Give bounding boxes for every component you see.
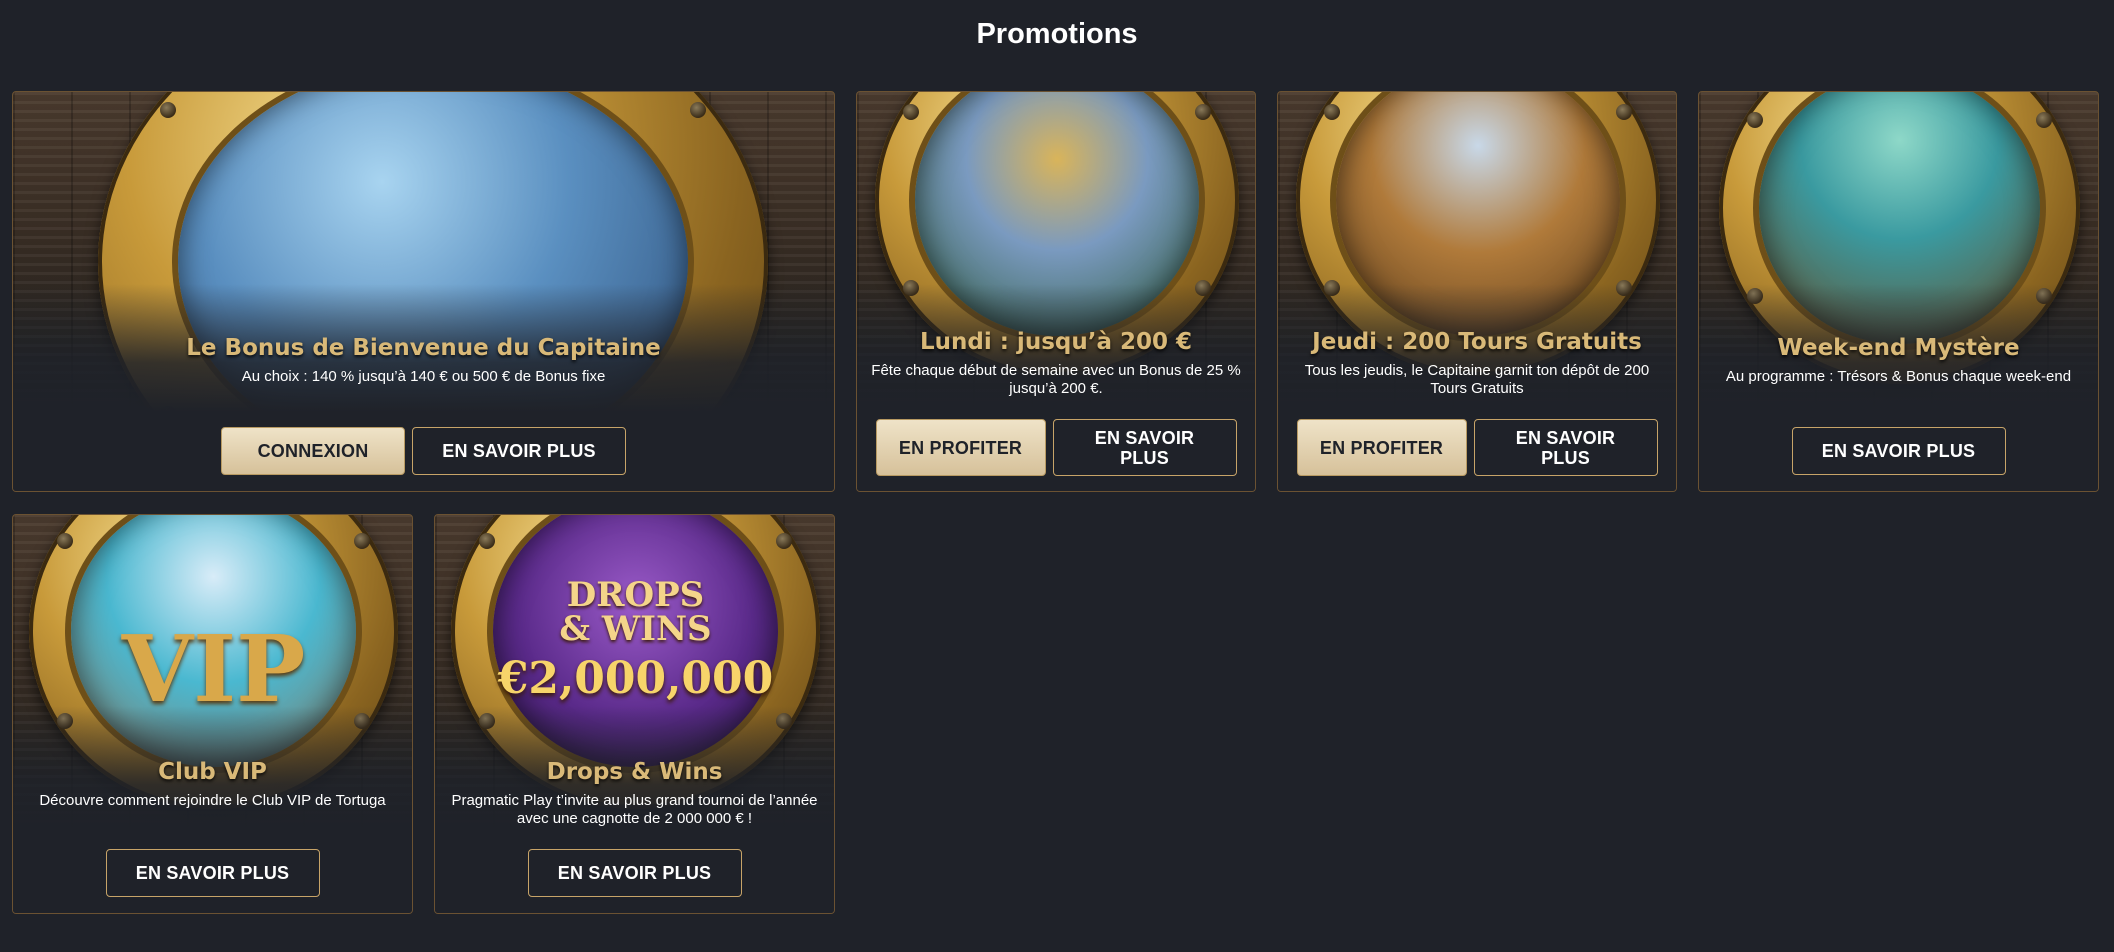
promo-card-weekend: Week-end Mystère Au programme : Trésors … [1698, 91, 2099, 492]
card-game-characters-image [915, 92, 1199, 336]
prize-image-text: €2,000,000 [497, 653, 774, 704]
card-title: Jeudi : 200 Tours Gratuits [1312, 329, 1642, 355]
card-description: Pragmatic Play t’invite au plus grand to… [451, 792, 818, 827]
vip-crown-image: VIP [71, 515, 356, 767]
claim-button[interactable]: EN PROFITER [1296, 419, 1467, 476]
learn-more-button[interactable]: EN SAVOIR PLUS [1052, 419, 1237, 476]
card-title: Club VIP [158, 759, 267, 785]
claim-button[interactable]: EN PROFITER [875, 419, 1046, 476]
card-description: Découvre comment rejoindre le Club VIP d… [39, 792, 386, 809]
promo-card-club-vip: VIP Club VIP Découvre comment rejoindre … [12, 514, 413, 914]
promo-card-drops-wins: DROPS & WINS €2,000,000 Drops & Wins Pra… [434, 514, 835, 914]
page-title: Promotions [976, 18, 1138, 50]
vip-image-text: VIP [121, 615, 306, 723]
login-button[interactable]: CONNEXION [221, 427, 405, 475]
card-description: Fête chaque début de semaine avec un Bon… [871, 362, 1241, 397]
learn-more-button[interactable]: EN SAVOIR PLUS [412, 427, 626, 475]
promo-card-thursday: Jeudi : 200 Tours Gratuits Tous les jeud… [1277, 91, 1677, 492]
drops-wins-image: DROPS & WINS €2,000,000 [493, 515, 778, 767]
card-title: Le Bonus de Bienvenue du Capitaine [186, 335, 661, 361]
card-description: Au programme : Trésors & Bonus chaque we… [1725, 368, 2072, 385]
card-title: Week-end Mystère [1777, 335, 2020, 361]
learn-more-button[interactable]: EN SAVOIR PLUS [1791, 427, 2006, 475]
learn-more-button[interactable]: EN SAVOIR PLUS [105, 849, 320, 897]
learn-more-button[interactable]: EN SAVOIR PLUS [1473, 419, 1658, 476]
pirate-captain-image [178, 92, 688, 462]
promo-card-monday: Lundi : jusqu’à 200 € Fête chaque début … [856, 91, 1256, 492]
slot-characters-image [1336, 92, 1620, 336]
card-description: Tous les jeudis, le Capitaine garnit ton… [1304, 362, 1650, 397]
treasure-chest-image [1759, 92, 2040, 344]
card-description: Au choix : 140 % jusqu’à 140 € ou 500 € … [241, 368, 606, 385]
card-title: Lundi : jusqu’à 200 € [919, 329, 1193, 355]
card-title: Drops & Wins [546, 759, 723, 785]
learn-more-button[interactable]: EN SAVOIR PLUS [527, 849, 742, 897]
promo-card-welcome-bonus: Le Bonus de Bienvenue du Capitaine Au ch… [12, 91, 835, 492]
wins-image-text: & WINS [559, 609, 712, 649]
